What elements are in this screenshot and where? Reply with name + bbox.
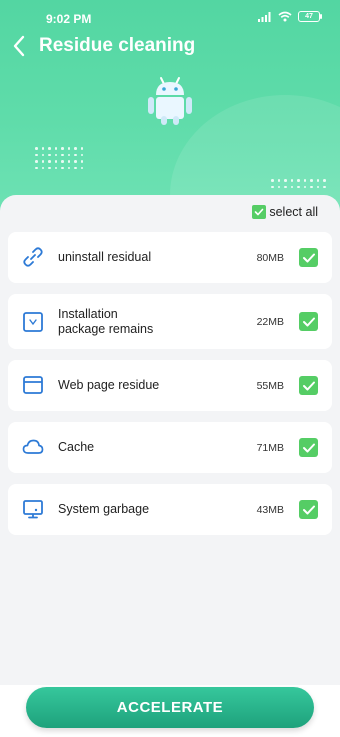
item-size: 80MB xyxy=(256,251,284,264)
item-checkbox[interactable] xyxy=(299,500,318,519)
status-time: 9:02 PM xyxy=(46,12,92,26)
header-banner: 9:02 PM 47 Residue cleaning xyxy=(0,0,340,215)
list-item-uninstall-residual[interactable]: uninstall residual 80MB xyxy=(8,232,332,283)
accelerate-button[interactable]: ACCELERATE xyxy=(26,687,314,728)
item-name: Web page residue xyxy=(58,378,160,392)
status-bar: 9:02 PM 47 xyxy=(0,0,340,36)
item-checkbox[interactable] xyxy=(299,248,318,267)
item-size: 71MB xyxy=(256,441,284,454)
page-title: Residue cleaning xyxy=(39,35,196,56)
dot-pattern xyxy=(35,147,83,169)
title-bar: Residue cleaning xyxy=(0,32,340,60)
status-icons: 47 xyxy=(258,11,322,22)
list-item-web-page-residue[interactable]: Web page residue 55MB xyxy=(8,360,332,411)
item-name: uninstall residual xyxy=(58,250,152,264)
checkmark-icon xyxy=(255,208,264,216)
select-all-toggle[interactable]: select all xyxy=(252,205,318,219)
list-item-cache[interactable]: Cache 71MB xyxy=(8,422,332,473)
dot-pattern xyxy=(271,179,326,188)
item-size: 43MB xyxy=(256,503,284,516)
item-name: Installation package remains xyxy=(58,306,154,336)
wifi-icon xyxy=(278,11,292,22)
link-icon xyxy=(23,247,43,267)
browser-window-icon xyxy=(23,376,43,394)
select-all-label: select all xyxy=(269,205,318,219)
item-checkbox[interactable] xyxy=(299,376,318,395)
select-all-checkbox[interactable] xyxy=(252,205,267,219)
android-robot-icon xyxy=(148,77,192,125)
back-arrow-icon[interactable] xyxy=(10,34,32,58)
item-size: 55MB xyxy=(256,379,284,392)
checkmark-icon xyxy=(302,253,315,262)
item-name: Cache xyxy=(58,440,95,454)
checkmark-icon xyxy=(302,381,315,390)
checkmark-icon xyxy=(302,443,315,452)
cloud-icon xyxy=(22,439,44,454)
monitor-icon xyxy=(23,500,43,519)
checkmark-icon xyxy=(302,505,315,514)
list-item-installation-package[interactable]: Installation package remains 22MB xyxy=(8,294,332,349)
item-name: System garbage xyxy=(58,502,150,516)
item-checkbox[interactable] xyxy=(299,438,318,457)
item-checkbox[interactable] xyxy=(299,312,318,331)
checkmark-icon xyxy=(302,317,315,326)
item-size: 22MB xyxy=(256,315,284,328)
list-item-system-garbage[interactable]: System garbage 43MB xyxy=(8,484,332,535)
package-icon xyxy=(23,312,43,332)
signal-icon xyxy=(258,11,271,22)
battery-icon: 47 xyxy=(298,11,322,22)
